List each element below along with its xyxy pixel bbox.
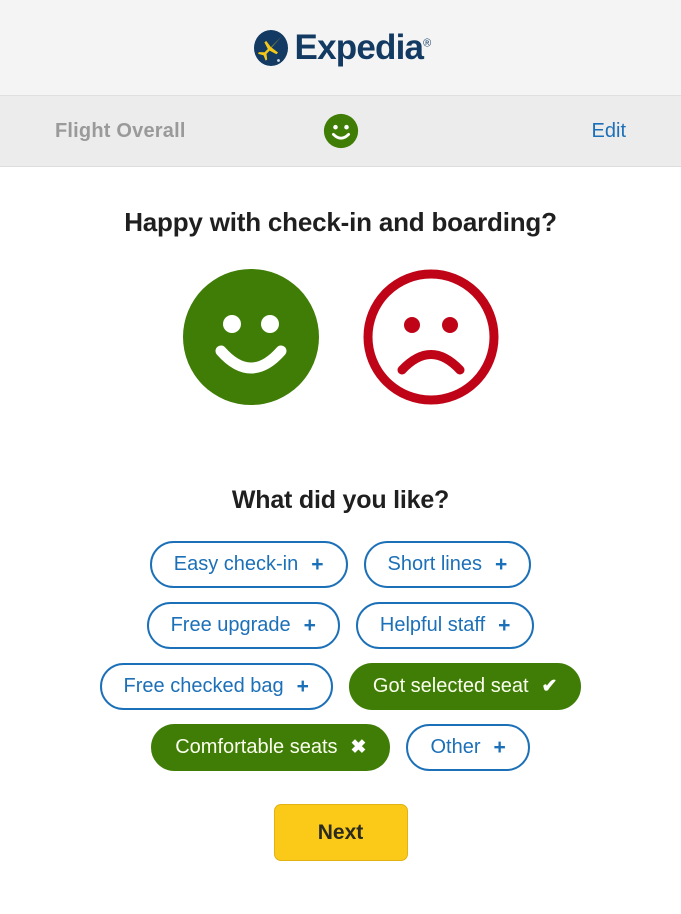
chip-label: Helpful staff — [379, 614, 486, 636]
flight-overall-bar: Flight Overall Edit — [0, 95, 681, 167]
expedia-plane-icon — [251, 28, 291, 68]
expedia-logo: Expedia® — [251, 28, 431, 68]
chip-other[interactable]: Other + — [406, 724, 530, 771]
brand-name-text: Expedia — [294, 28, 424, 67]
chip-helpful-staff[interactable]: Helpful staff + — [355, 602, 535, 649]
edit-link[interactable]: Edit — [592, 120, 626, 143]
section-title: Flight Overall — [55, 119, 186, 142]
chip-label: Got selected seat — [372, 675, 529, 697]
chip-label: Other — [430, 736, 481, 758]
chip-free-checked-bag[interactable]: Free checked bag + — [99, 663, 333, 710]
survey-main: Happy with check-in and boarding? What d… — [0, 207, 681, 861]
chip-label: Free checked bag — [123, 675, 284, 697]
chip-group: Easy check-in + Short lines + Free upgra… — [61, 541, 621, 771]
sad-face-icon[interactable] — [361, 267, 501, 407]
chip-easy-check-in[interactable]: Easy check-in + — [149, 541, 348, 588]
plus-icon: + — [303, 614, 316, 637]
plus-icon: + — [493, 736, 506, 759]
subsection-title: What did you like? — [231, 486, 450, 514]
expedia-wordmark: Expedia® — [294, 28, 432, 67]
happy-face-icon[interactable] — [181, 267, 321, 407]
brand-header: Expedia® — [0, 0, 681, 95]
plus-icon: + — [311, 553, 324, 576]
chip-free-upgrade[interactable]: Free upgrade + — [146, 602, 340, 649]
chip-comfortable-seats[interactable]: Comfortable seats ✖ — [151, 724, 391, 771]
next-button-row: Next — [0, 804, 681, 861]
happy-face-icon[interactable] — [322, 112, 360, 150]
chip-label: Short lines — [387, 553, 483, 575]
check-icon: ✔ — [541, 676, 558, 697]
chip-label: Free upgrade — [170, 614, 291, 636]
next-button[interactable]: Next — [273, 804, 408, 861]
plus-icon: + — [296, 675, 309, 698]
rating-options — [0, 267, 681, 407]
chip-label: Comfortable seats — [175, 736, 338, 758]
plus-icon: + — [498, 614, 511, 637]
plus-icon: + — [495, 553, 508, 576]
close-icon: ✖ — [350, 737, 367, 758]
registered-mark: ® — [423, 37, 431, 50]
chip-label: Easy check-in — [173, 553, 299, 575]
chip-got-selected-seat[interactable]: Got selected seat ✔ — [348, 663, 582, 710]
chip-short-lines[interactable]: Short lines + — [363, 541, 532, 588]
page-title: Happy with check-in and boarding? — [124, 207, 557, 237]
